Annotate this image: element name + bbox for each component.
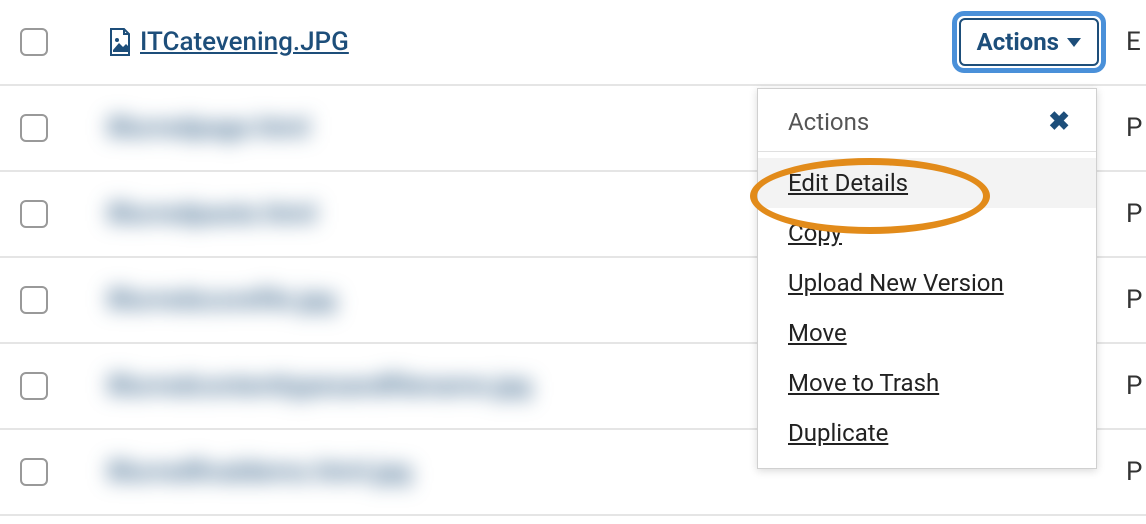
file-cell: Blurredcontenttypesandfilename.jpg [108,371,531,401]
blurred-filename: Blurredpaste.html [108,199,316,229]
blurred-filename: Blurredscorefile.jpg [108,285,336,315]
checkbox-row-6[interactable] [20,458,48,486]
dropdown-item-move-to-trash[interactable]: Move to Trash [758,358,1096,408]
blurred-filename: Blurredpage.html [108,113,309,143]
file-cell: Blurredpaste.html [108,199,316,229]
dropdown-item-copy[interactable]: Copy [758,208,1096,258]
status-cell: P [1126,371,1146,401]
blurred-filename: Blurredfinaldemo.html.jpg [108,457,411,487]
image-file-icon [108,28,132,56]
file-cell: Blurredpage.html [108,113,309,143]
status-cell: P [1126,113,1146,143]
actions-dropdown: Actions ✖ Edit Details Copy Upload New V… [757,88,1097,469]
file-cell: Blurredfinaldemo.html.jpg [108,457,411,487]
file-row-1: ITCatevening.JPG Actions E [0,0,1146,86]
close-icon[interactable]: ✖ [1048,107,1070,137]
dropdown-item-duplicate[interactable]: Duplicate [758,408,1096,458]
file-cell: ITCatevening.JPG [108,27,349,57]
file-cell: Blurredscorefile.jpg [108,285,336,315]
checkbox-row-5[interactable] [20,372,48,400]
checkbox-row-4[interactable] [20,286,48,314]
checkbox-row-3[interactable] [20,200,48,228]
status-cell: E [1126,27,1146,57]
actions-button-label: Actions [977,28,1059,56]
file-link[interactable]: ITCatevening.JPG [140,27,349,57]
actions-button-highlight: Actions [952,11,1106,73]
status-cell: P [1126,199,1146,229]
status-cell: P [1126,285,1146,315]
dropdown-item-move[interactable]: Move [758,308,1096,358]
dropdown-header: Actions ✖ [758,89,1096,152]
dropdown-items: Edit Details Copy Upload New Version Mov… [758,152,1096,468]
actions-button[interactable]: Actions [959,18,1099,66]
dropdown-item-upload-new-version[interactable]: Upload New Version [758,258,1096,308]
blurred-filename: Blurredcontenttypesandfilename.jpg [108,371,531,401]
dropdown-header-label: Actions [788,108,869,136]
checkbox-row-1[interactable] [20,28,48,56]
dropdown-item-edit-details[interactable]: Edit Details [758,158,1096,208]
status-cell: P [1126,457,1146,487]
checkbox-row-2[interactable] [20,114,48,142]
caret-down-icon [1067,38,1081,47]
